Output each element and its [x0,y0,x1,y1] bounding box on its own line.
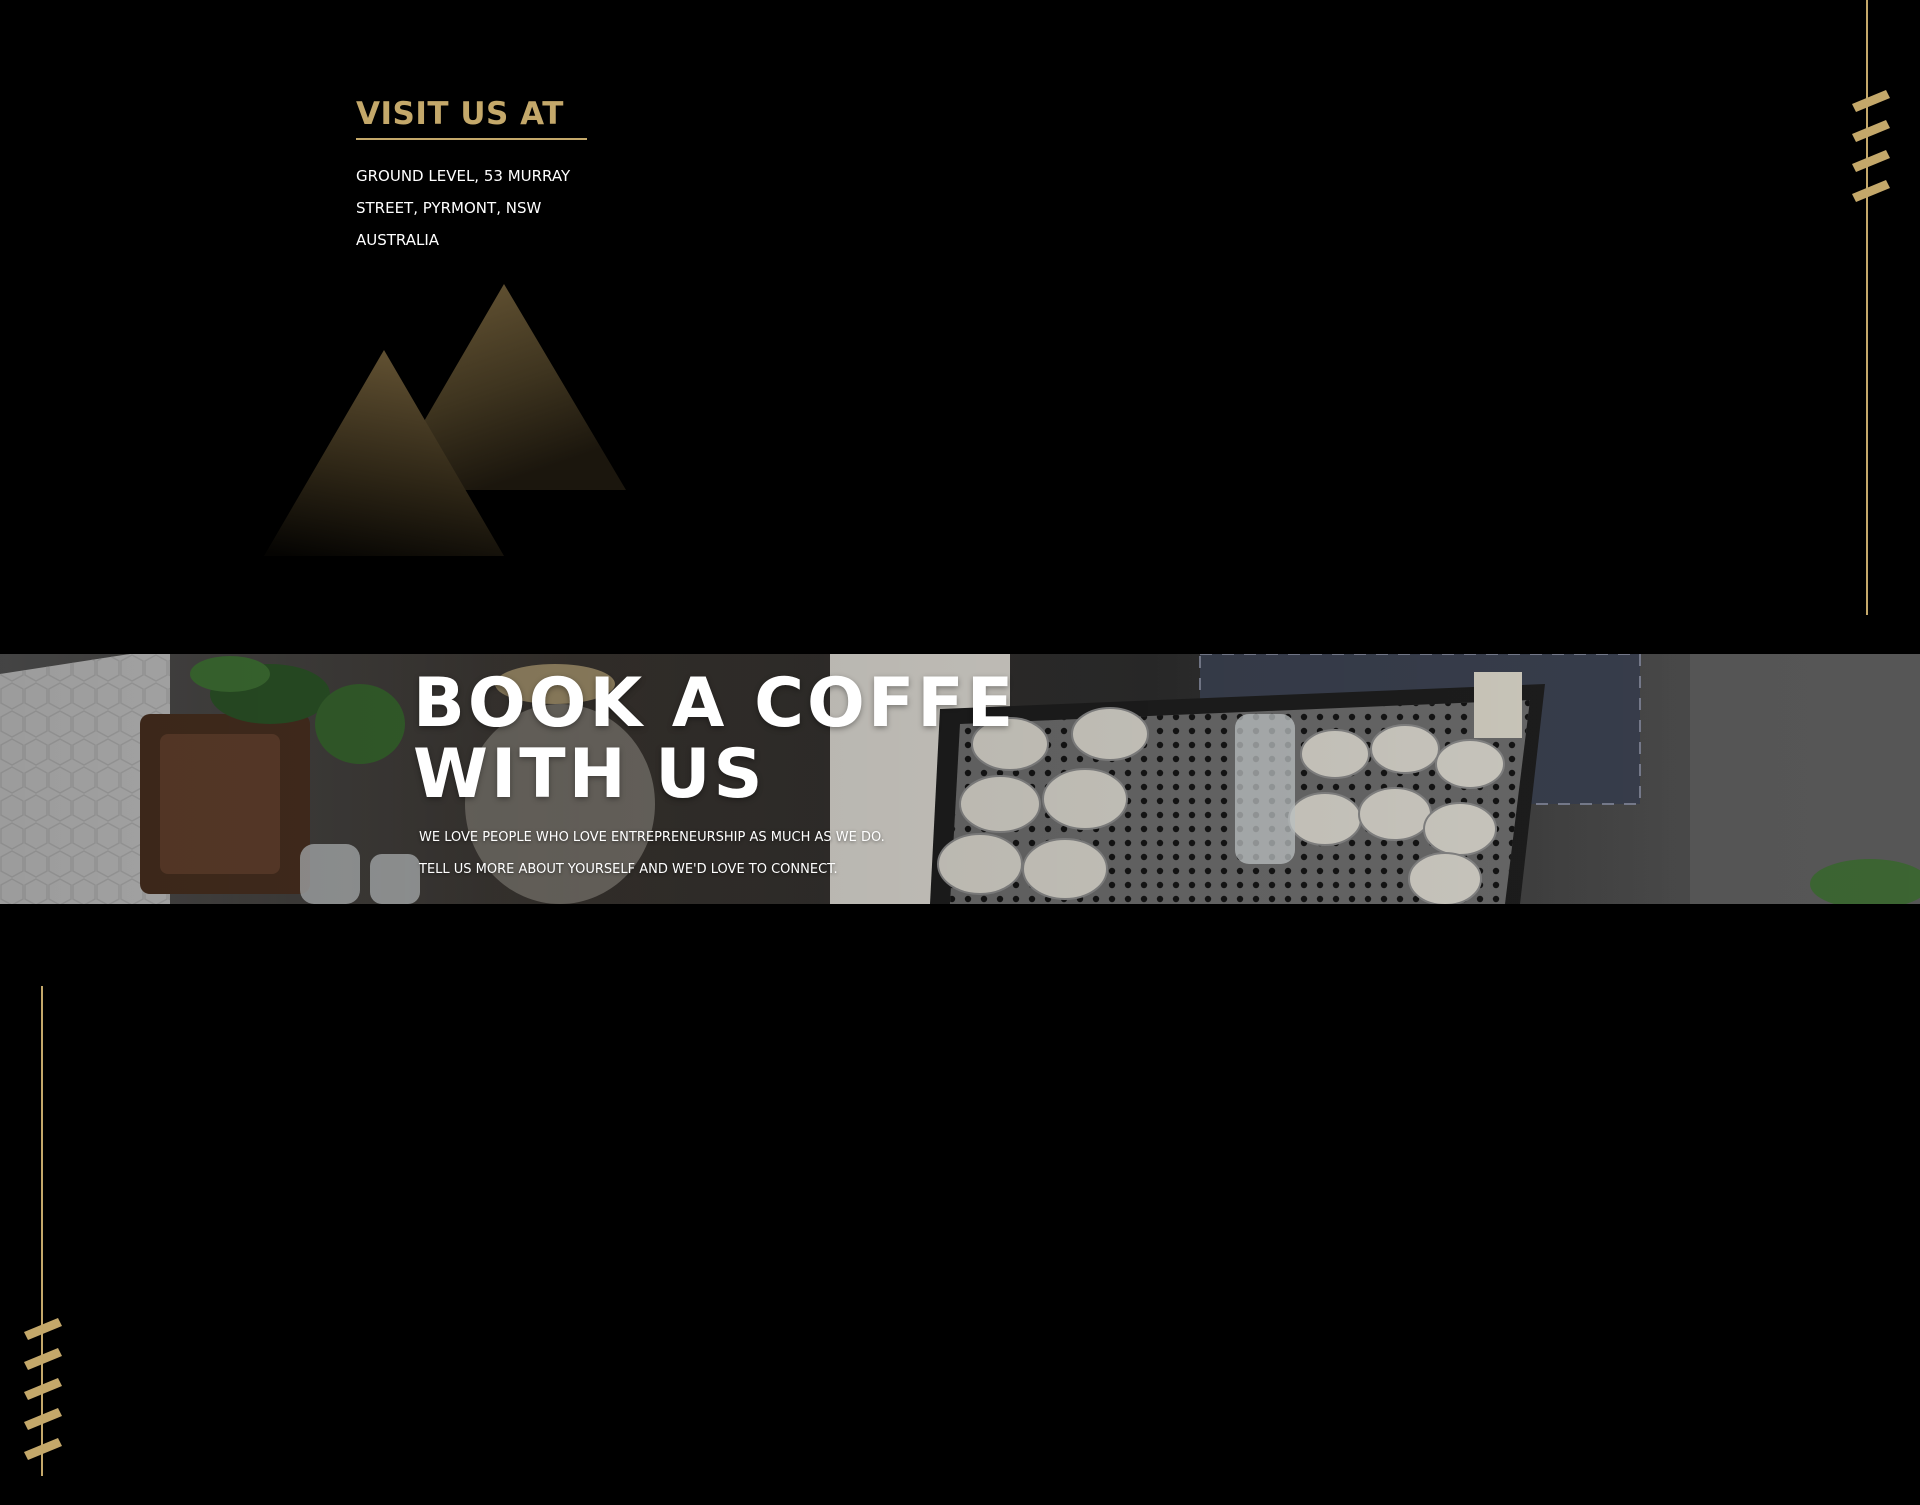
book-subtitle-line: TELL US MORE ABOUT YOURSELF AND WE'D LOV… [419,862,838,877]
book-title: BOOK A COFFE WITH US [413,668,1313,810]
address-line: STREET, PYRMONT, NSW [356,199,542,217]
visit-title: VISIT US AT [356,96,564,132]
book-text-block: BOOK A COFFE WITH US WE LOVE PEOPLE WHO … [413,668,1313,886]
visit-section: VISIT US AT GROUND LEVEL, 53 MURRAY STRE… [0,0,1920,654]
slash-dashes-icon [24,1318,62,1460]
address-line: AUSTRALIA [356,231,440,249]
address: GROUND LEVEL, 53 MURRAY STREET, PYRMONT,… [356,160,596,256]
slash-dashes-icon [1852,90,1890,202]
visit-block: VISIT US AT GROUND LEVEL, 53 MURRAY STRE… [356,90,596,256]
book-title-line: BOOK A COFFE [413,664,1017,743]
book-subtitle: WE LOVE PEOPLE WHO LOVE ENTREPRENEURSHIP… [413,822,1313,886]
book-title-line: WITH US [413,735,766,814]
book-coffee-banner: BOOK A COFFE WITH US WE LOVE PEOPLE WHO … [0,654,1920,904]
page: VISIT US AT GROUND LEVEL, 53 MURRAY STRE… [0,0,1920,1505]
address-line: GROUND LEVEL, 53 MURRAY [356,167,571,185]
pyramids-icon [264,284,626,556]
book-subtitle-line: WE LOVE PEOPLE WHO LOVE ENTREPRENEURSHIP… [419,830,885,845]
visit-title-underline [356,138,587,140]
